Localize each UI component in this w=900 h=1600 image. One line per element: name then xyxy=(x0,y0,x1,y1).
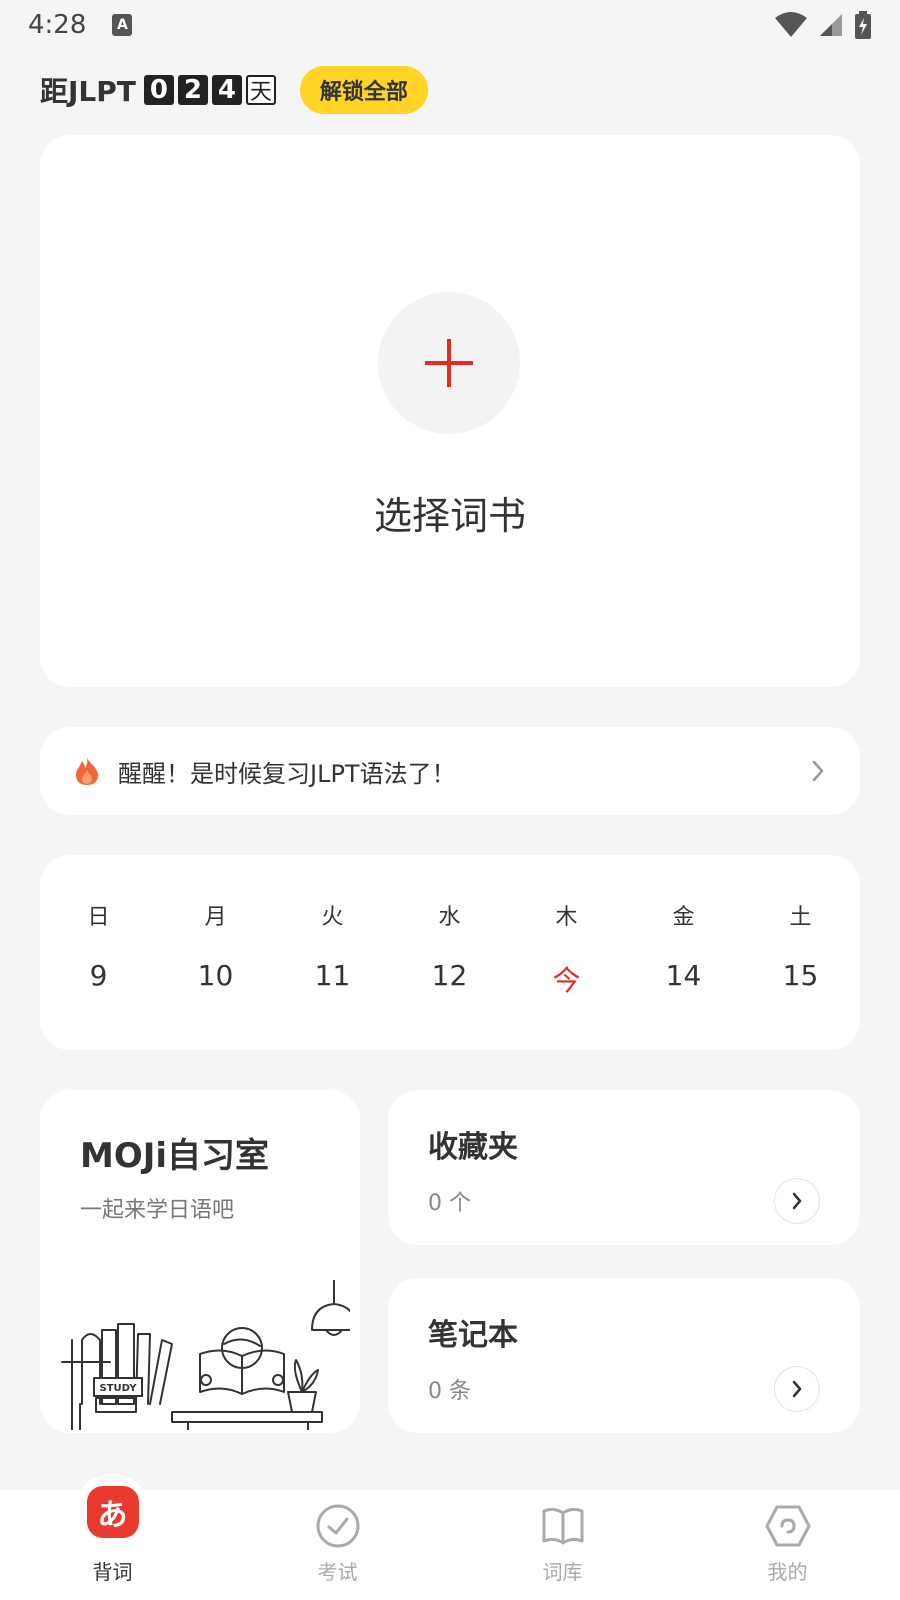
study-desk-illustration: STUDY xyxy=(61,1280,350,1430)
week-calendar: 日 月 火 水 木 金 土 9 10 11 12 今 14 15 xyxy=(40,855,860,1050)
weekday-row: 日 月 火 水 木 金 土 xyxy=(40,899,860,931)
nav-tab-profile[interactable]: 我的 xyxy=(675,1490,900,1600)
wifi-icon xyxy=(775,12,807,37)
countdown-digit: 0 xyxy=(143,75,174,105)
app-screen: 4:28 A 距JLPT 0 2 4 天 解锁全部 选择词书 醒醒！是时候复习J… xyxy=(0,0,900,1600)
calendar-date[interactable]: 14 xyxy=(625,959,742,999)
weekday-label: 日 xyxy=(87,905,110,930)
unlock-all-button[interactable]: 解锁全部 xyxy=(299,66,428,114)
countdown-prefix: 距JLPT xyxy=(40,75,136,108)
weekday-label: 土 xyxy=(789,905,812,930)
kana-badge: あ xyxy=(86,1486,139,1538)
notebook-card[interactable]: 笔记本 0 条 xyxy=(388,1278,860,1433)
nav-label: 背词 xyxy=(92,1560,133,1584)
calendar-date[interactable]: 12 xyxy=(391,959,508,999)
nav-tab-exam[interactable]: 考试 xyxy=(225,1490,450,1600)
weekday-label: 火 xyxy=(321,905,344,930)
study-room-title: MOJi自习室 xyxy=(80,1136,270,1176)
status-bar: 4:28 A xyxy=(0,0,900,50)
calendar-date[interactable]: 10 xyxy=(157,959,274,999)
nav-label: 我的 xyxy=(767,1560,808,1584)
add-book-button[interactable] xyxy=(378,292,520,434)
status-icons xyxy=(774,11,872,39)
notebook-title: 笔记本 xyxy=(428,1318,518,1353)
notification-a-icon: A xyxy=(112,14,133,36)
status-time: 4:28 xyxy=(28,10,87,40)
countdown-unit: 天 xyxy=(245,75,276,105)
jlpt-header: 距JLPT 0 2 4 天 解锁全部 xyxy=(40,66,428,114)
chevron-right-icon xyxy=(812,760,824,782)
chevron-right-icon xyxy=(792,1380,802,1398)
chevron-right-icon xyxy=(792,1192,802,1210)
notebook-open-button[interactable] xyxy=(774,1366,820,1412)
nav-label: 词库 xyxy=(542,1560,583,1584)
kana-icon: あ xyxy=(86,1486,139,1538)
plus-icon xyxy=(425,339,473,387)
weekday-label: 水 xyxy=(438,905,461,930)
select-book-card[interactable]: 选择词书 xyxy=(40,135,860,687)
favorites-card[interactable]: 收藏夹 0 个 xyxy=(388,1090,860,1245)
cell-signal-icon xyxy=(820,14,842,36)
study-sign-text: STUDY xyxy=(100,1383,138,1394)
check-circle-icon xyxy=(312,1500,364,1552)
open-book-icon xyxy=(537,1500,589,1552)
status-left: 4:28 A xyxy=(28,10,133,40)
calendar-date[interactable]: 11 xyxy=(274,959,391,999)
weekday-label: 月 xyxy=(204,905,227,930)
favorites-title: 收藏夹 xyxy=(428,1130,518,1165)
grammar-reminder-banner[interactable]: 醒醒！是时候复习JLPT语法了！ xyxy=(40,727,860,815)
bottom-nav: あ 背词 考试 词库 我的 xyxy=(0,1486,900,1600)
calendar-date[interactable]: 9 xyxy=(40,959,157,999)
nav-tab-vocab[interactable]: あ 背词 xyxy=(0,1486,225,1600)
reminder-text: 醒醒！是时候复习JLPT语法了！ xyxy=(118,759,456,788)
hexagon-profile-icon xyxy=(762,1500,814,1552)
nav-tab-library[interactable]: 词库 xyxy=(450,1490,675,1600)
countdown-digit: 2 xyxy=(177,75,208,105)
nav-label: 考试 xyxy=(317,1560,358,1584)
study-room-subtitle: 一起来学日语吧 xyxy=(80,1198,235,1223)
weekday-label: 金 xyxy=(672,905,695,930)
weekday-label: 木 xyxy=(555,905,578,930)
calendar-date[interactable]: 15 xyxy=(742,959,859,999)
favorites-count: 0 个 xyxy=(428,1191,471,1216)
date-row: 9 10 11 12 今 14 15 xyxy=(40,959,860,999)
notebook-count: 0 条 xyxy=(428,1379,471,1404)
countdown-digit: 4 xyxy=(211,75,242,105)
battery-icon xyxy=(855,11,871,39)
select-book-title: 选择词书 xyxy=(373,494,526,538)
calendar-date-today[interactable]: 今 xyxy=(508,959,625,999)
flame-icon xyxy=(76,757,98,785)
favorites-open-button[interactable] xyxy=(774,1178,820,1224)
study-room-card[interactable]: MOJi自习室 一起来学日语吧 STUDY xyxy=(40,1090,360,1433)
